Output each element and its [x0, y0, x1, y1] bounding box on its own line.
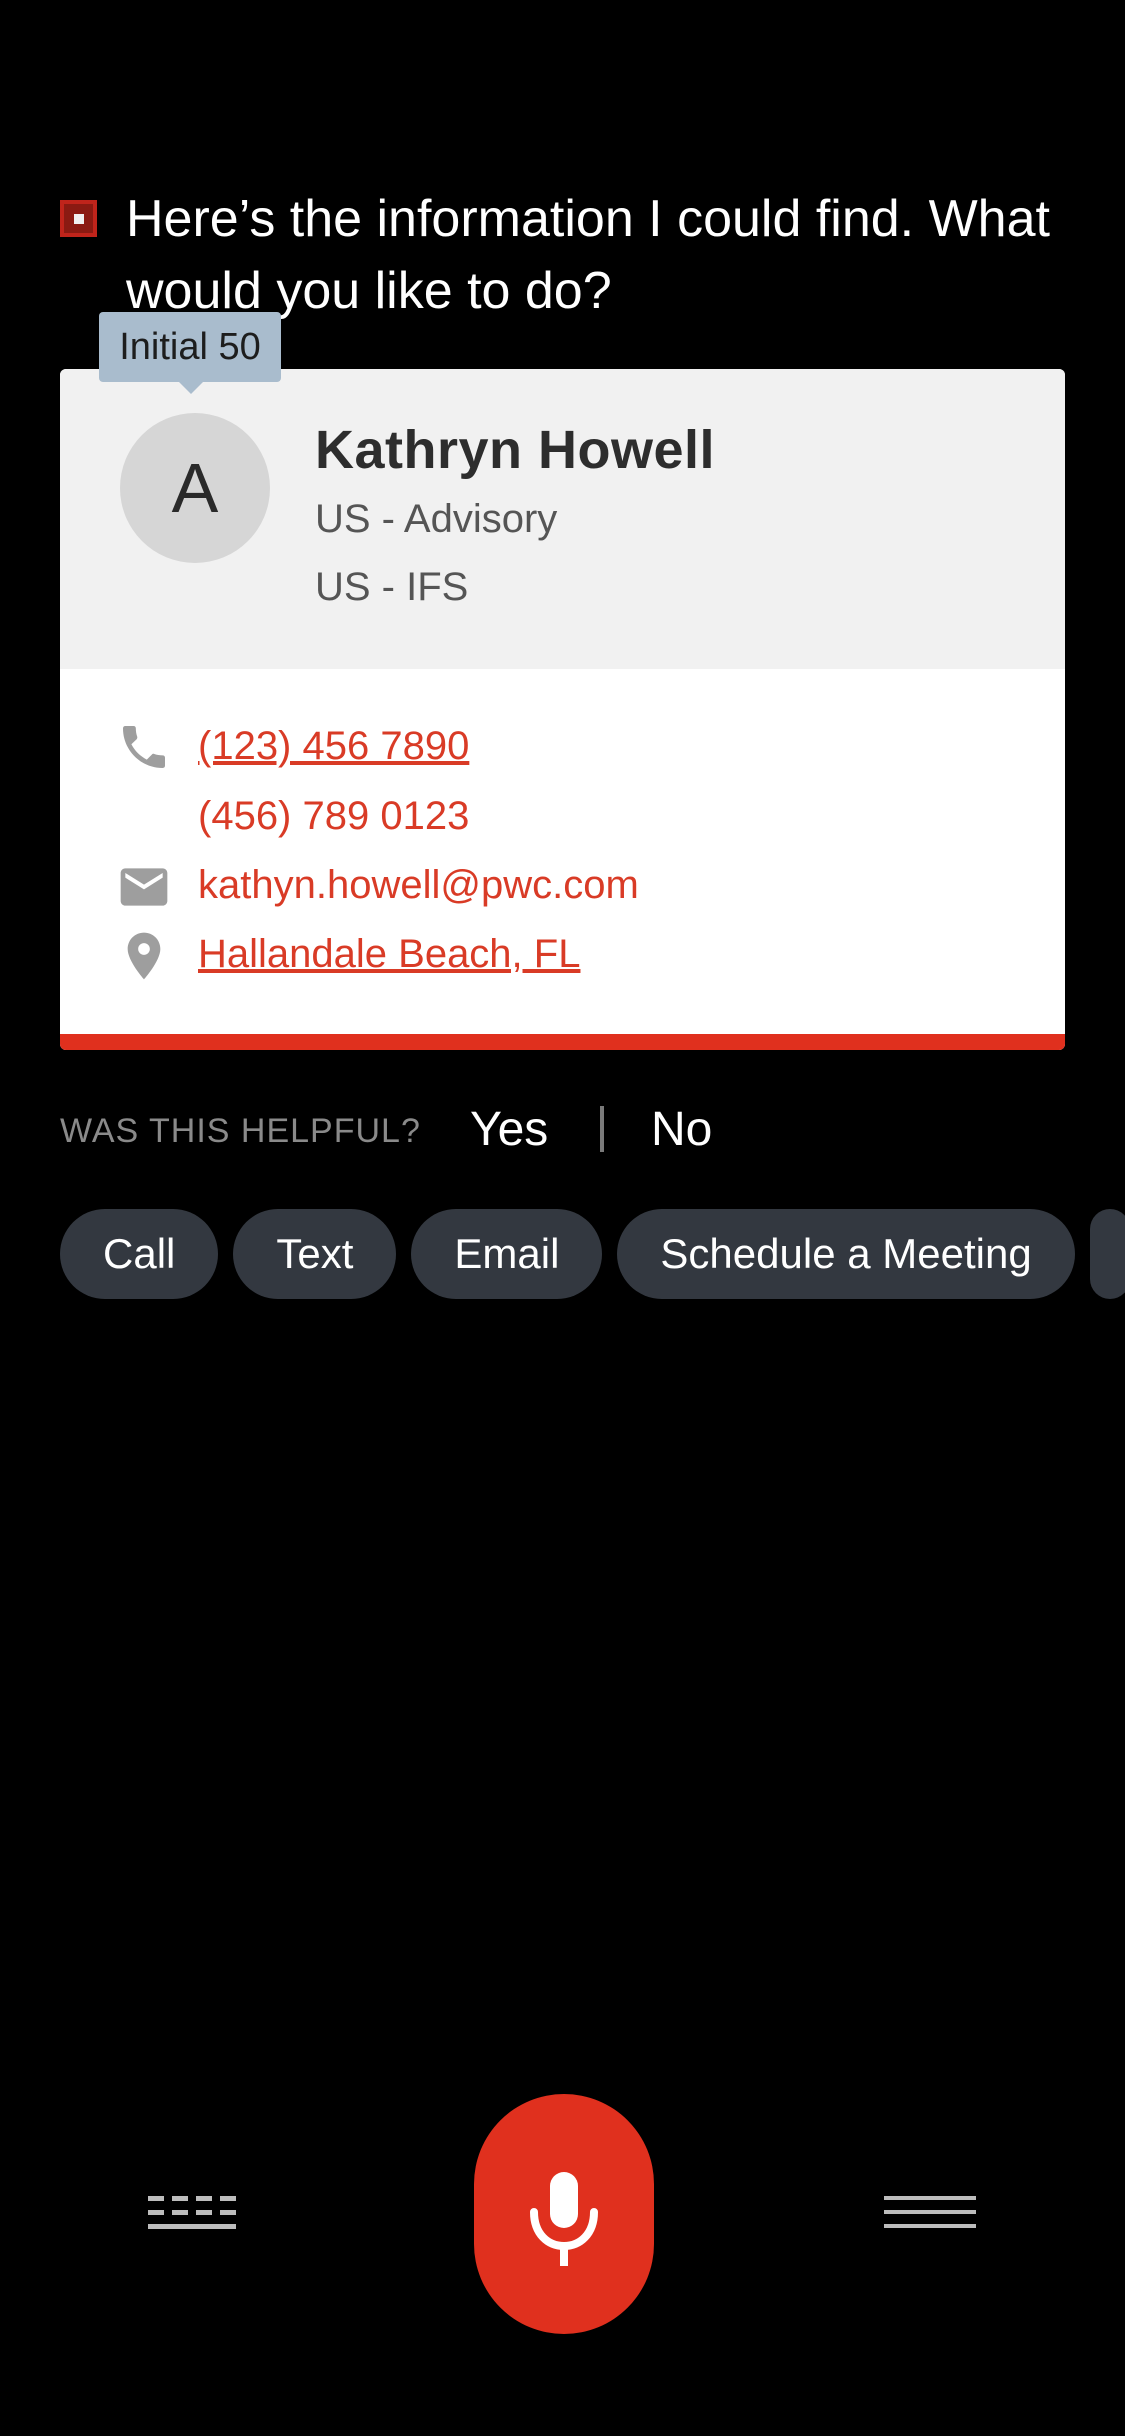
phone-primary-link[interactable]: (123) 456 7890 — [198, 724, 469, 769]
initial-tooltip: Initial 50 — [99, 312, 281, 394]
contact-name: Kathryn Howell — [315, 420, 716, 480]
contact-card-body: (123) 456 7890 (456) 789 0123 kathyn.how… — [60, 669, 1065, 1034]
card-accent-bar — [60, 1034, 1065, 1050]
assistant-stop-icon[interactable] — [60, 200, 97, 237]
microphone-icon — [530, 2172, 598, 2266]
location-pin-icon — [116, 928, 172, 984]
keyboard-icon[interactable] — [148, 2192, 238, 2238]
contact-card: A Kathryn Howell US - Advisory US - IFS … — [60, 369, 1065, 1050]
location-link[interactable]: Hallandale Beach, FL — [198, 932, 580, 977]
schedule-meeting-chip[interactable]: Schedule a Meeting — [617, 1209, 1075, 1299]
avatar: A — [120, 413, 270, 563]
text-chip[interactable]: Text — [233, 1209, 397, 1299]
menu-icon[interactable] — [884, 2192, 976, 2238]
contact-department-ifs: US - IFS — [315, 565, 469, 609]
phone-icon — [116, 719, 172, 775]
mail-icon — [116, 859, 172, 915]
helpful-question: WAS THIS HELPFUL? — [60, 1112, 421, 1150]
stop-square-inner — [74, 214, 84, 224]
email-link[interactable]: kathyn.howell@pwc.com — [198, 863, 639, 908]
microphone-button[interactable] — [474, 2094, 654, 2334]
email-chip[interactable]: Email — [411, 1209, 603, 1299]
phone-secondary-link[interactable]: (456) 789 0123 — [198, 794, 469, 839]
contact-card-header: A Kathryn Howell US - Advisory US - IFS — [60, 369, 1065, 669]
helpful-yes-button[interactable]: Yes — [470, 1102, 548, 1157]
assistant-message: Here’s the information I could find. Wha… — [126, 190, 1050, 320]
action-chips: Call Text Email Schedule a Meeting — [60, 1209, 1125, 1299]
contact-department-advisory: US - Advisory — [315, 497, 558, 541]
more-chip[interactable] — [1089, 1209, 1125, 1299]
helpful-no-button[interactable]: No — [651, 1102, 712, 1157]
helpful-divider — [600, 1106, 604, 1152]
call-chip[interactable]: Call — [60, 1209, 219, 1299]
